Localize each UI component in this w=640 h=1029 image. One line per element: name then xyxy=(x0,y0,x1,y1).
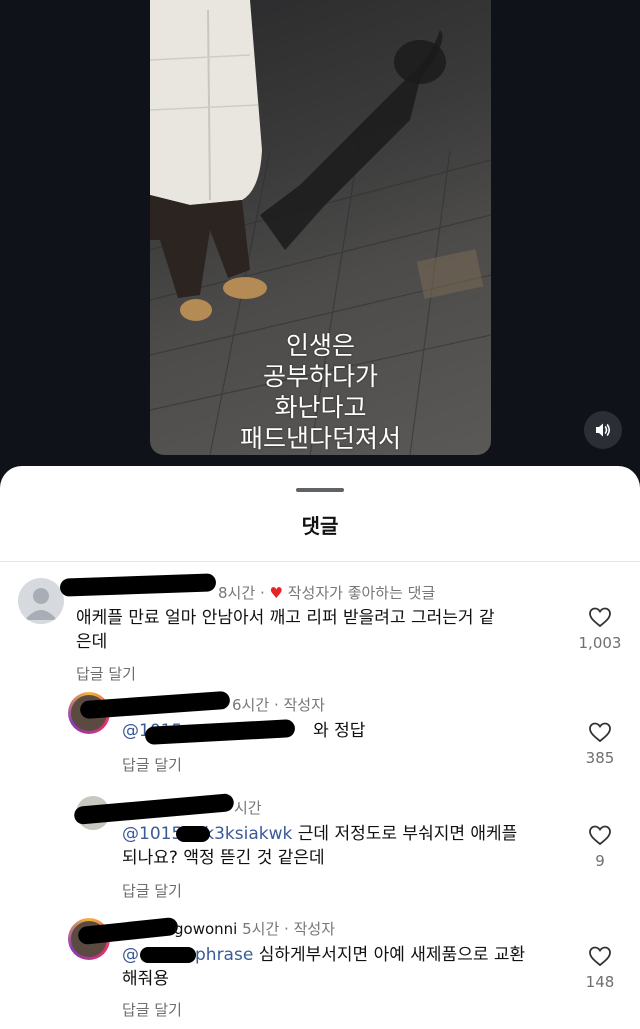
comment-time: 시간 xyxy=(234,799,262,817)
reply-button[interactable]: 답글 달기 xyxy=(122,754,182,775)
comment-time: 8시간 xyxy=(218,584,256,602)
mention-prefix: @1015 xyxy=(122,824,183,844)
comment-time: 5시간 xyxy=(242,920,280,938)
mention-tail: k3ksiakwk xyxy=(204,824,293,844)
comment-meta: 시간 xyxy=(234,797,262,818)
mention-tail: phrase xyxy=(195,945,254,965)
comment-meta: 6시간 · 작성자 xyxy=(232,694,325,715)
speaker-icon xyxy=(596,423,611,437)
redacted-mention xyxy=(176,826,210,842)
like-count: 9 xyxy=(595,852,605,870)
author-badge: 작성자 xyxy=(283,696,325,714)
like-count: 385 xyxy=(585,749,615,767)
heart-filled-icon: ♥ xyxy=(269,584,283,602)
reply-button[interactable]: 답글 달기 xyxy=(76,663,136,684)
caption-line: 공부하다가 xyxy=(262,362,378,391)
redacted-username xyxy=(79,690,231,720)
reply-button[interactable]: 답글 달기 xyxy=(122,999,182,1020)
caption-line: 패드낸다던져서 xyxy=(239,424,401,453)
comment-meta: gowonni 5시간 · 작성자 xyxy=(174,918,335,939)
redacted-username xyxy=(59,573,217,597)
heart-outline-icon xyxy=(589,825,611,846)
comment-body: 심하게부서지면 아예 새제품으로 교환 xyxy=(258,945,526,965)
comment-body: 와 정답 xyxy=(313,721,366,741)
meta-separator: · xyxy=(259,584,265,602)
comment-time: 6시간 xyxy=(232,696,270,714)
comment-text: 애케플 만료 얼마 안남아서 깨고 리퍼 받을려고 그러는거 같 은데 xyxy=(76,606,576,654)
like-button[interactable]: 148 xyxy=(570,945,630,991)
video-area: 인생은 공부하다가 화난다고 패드낸다던져서 xyxy=(0,0,640,480)
author-liked-badge: 작성자가 좋아하는 댓글 xyxy=(287,584,436,602)
avatar[interactable] xyxy=(18,578,64,624)
comments-sheet: 댓글 8시간 · ♥ 작성자가 좋아하는 댓글 애케플 만료 얼마 안남아서 깨… xyxy=(0,466,640,1029)
comment-username[interactable]: gowonni xyxy=(174,920,237,938)
reply-button[interactable]: 답글 달기 xyxy=(122,880,182,901)
comment-body: 근데 저정도로 부숴지면 애케플 xyxy=(297,824,518,844)
meta-separator: · xyxy=(273,696,279,714)
sheet-drag-handle[interactable] xyxy=(296,488,344,492)
like-count: 1,003 xyxy=(578,634,622,652)
sheet-title: 댓글 xyxy=(301,514,339,538)
comment-text-line: 애케플 만료 얼마 안남아서 깨고 리퍼 받을려고 그러는거 같 xyxy=(76,608,495,628)
video-caption: 인생은 공부하다가 화난다고 패드낸다던져서 xyxy=(150,330,491,454)
like-button[interactable]: 385 xyxy=(570,721,630,767)
heart-outline-icon xyxy=(589,946,611,967)
sound-toggle-button[interactable] xyxy=(584,411,622,449)
author-badge: 작성자 xyxy=(293,920,336,938)
comment-text-line: 은데 xyxy=(76,632,108,652)
mention-prefix: @ xyxy=(122,945,139,965)
like-button[interactable]: 9 xyxy=(570,824,630,870)
meta-separator: · xyxy=(284,920,289,938)
heart-outline-icon xyxy=(589,722,611,743)
comment-text-line: 되나요? 액정 뜯긴 것 같은데 xyxy=(122,848,325,868)
like-count: 148 xyxy=(585,973,615,991)
video-player[interactable]: 인생은 공부하다가 화난다고 패드낸다던져서 xyxy=(150,0,491,455)
comment-meta: 8시간 · ♥ 작성자가 좋아하는 댓글 xyxy=(218,582,435,603)
person-silhouette-icon xyxy=(25,588,57,620)
caption-line: 인생은 xyxy=(285,331,355,360)
redacted-mention xyxy=(140,947,196,963)
divider xyxy=(0,561,640,562)
like-button[interactable]: 1,003 xyxy=(570,606,630,652)
heart-outline-icon xyxy=(589,607,611,628)
comment-text-line: 해줘용 xyxy=(122,969,169,989)
caption-line: 화난다고 xyxy=(274,393,367,422)
